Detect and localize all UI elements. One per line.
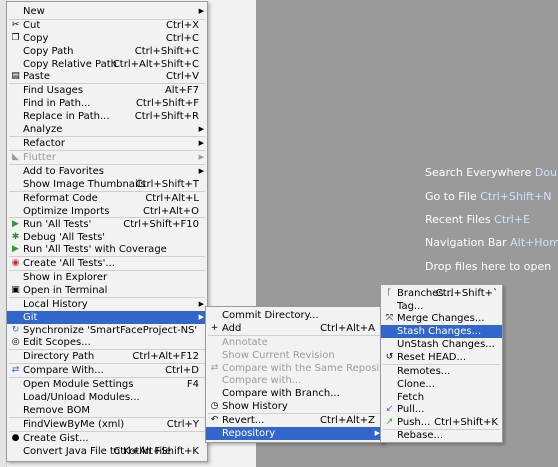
debug-icon: ✱ xyxy=(11,232,20,242)
git-item-annotate[interactable]: Annotate xyxy=(206,336,383,349)
repo-item-push[interactable]: ↗ Push... Ctrl+Shift+K xyxy=(381,416,502,429)
repo-item-rebase[interactable]: Rebase... xyxy=(381,429,502,442)
repo-item-remotes[interactable]: Remotes... xyxy=(381,365,502,378)
git-item-revert[interactable]: ↶ Revert... Ctrl+Alt+Z xyxy=(206,414,383,427)
menu-item-find-usages[interactable]: Find Usages Alt+F7 xyxy=(7,84,207,97)
menu-item-show-image-thumbnails[interactable]: Show Image Thumbnails Ctrl+Shift+T xyxy=(7,178,207,191)
repo-item-merge-changes[interactable]: ⤧ Merge Changes... xyxy=(381,312,502,325)
menu-item-flutter[interactable]: ◣ Flutter ▶ xyxy=(7,151,207,164)
git-item-compare-with[interactable]: Compare with... xyxy=(206,374,383,387)
menu-item-open-module-settings[interactable]: Open Module Settings F4 xyxy=(7,378,207,391)
github-icon: ● xyxy=(11,433,20,443)
menu-item-remove-bom[interactable]: Remove BOM xyxy=(7,404,207,417)
sync-icon: ↻ xyxy=(11,325,20,335)
menu-item-run-all-tests[interactable]: ▶ Run 'All Tests' Ctrl+Shift+F10 xyxy=(7,218,207,231)
submenu-arrow-icon: ▶ xyxy=(198,139,204,147)
project-context-menu: New ▶ ✂ Cut Ctrl+X ❐ Copy Ctrl+C Copy Path Ctr… xyxy=(6,1,208,462)
menu-item-reformat-code[interactable]: Reformat Code Ctrl+Alt+L xyxy=(7,192,207,205)
repo-item-unstash-changes[interactable]: UnStash Changes... xyxy=(381,338,502,351)
menu-item-local-history[interactable]: Local History ▶ xyxy=(7,298,207,311)
flutter-icon: ◣ xyxy=(12,152,19,162)
menu-item-copy-path[interactable]: Copy Path Ctrl+Shift+C xyxy=(7,45,207,58)
scissors-icon: ✂ xyxy=(11,20,20,30)
menu-item-load-unload-modules[interactable]: Load/Unload Modules... xyxy=(7,391,207,404)
menu-item-cut[interactable]: ✂ Cut Ctrl+X xyxy=(7,19,207,32)
compare-icon: ⇄ xyxy=(11,365,20,375)
submenu-arrow-icon: ▶ xyxy=(198,313,204,321)
hint-recent-files: Recent Files Ctrl+E xyxy=(425,213,530,226)
repo-item-pull[interactable]: ↙ Pull... xyxy=(381,403,502,416)
submenu-arrow-icon: ▶ xyxy=(198,125,204,133)
menu-item-find-in-path[interactable]: Find in Path... Ctrl+Shift+F xyxy=(7,97,207,110)
menu-item-copy[interactable]: ❐ Copy Ctrl+C xyxy=(7,32,207,45)
reset-icon: ↺ xyxy=(385,352,394,362)
menu-item-refactor[interactable]: Refactor ▶ xyxy=(7,137,207,150)
menu-item-create-all-tests[interactable]: ◉ Create 'All Tests'... xyxy=(7,257,207,270)
hint-navigation-bar: Navigation Bar Alt+Home xyxy=(425,236,558,249)
menu-item-open-in-terminal[interactable]: ▣ Open in Terminal xyxy=(7,284,207,297)
repo-item-clone[interactable]: Clone... xyxy=(381,378,502,391)
plus-icon: + xyxy=(210,323,219,333)
repo-item-reset-head[interactable]: ↺ Reset HEAD... xyxy=(381,351,502,364)
menu-item-findviewbyme[interactable]: FindViewByMe (xml) Ctrl+Y xyxy=(7,418,207,431)
merge-icon: ⤧ xyxy=(385,313,394,323)
menu-item-analyze[interactable]: Analyze ▶ xyxy=(7,123,207,136)
git-item-repository[interactable]: Repository ▶ xyxy=(206,427,383,440)
menu-item-add-to-favorites[interactable]: Add to Favorites ▶ xyxy=(7,165,207,178)
menu-item-edit-scopes[interactable]: ◎ Edit Scopes... xyxy=(7,336,207,349)
hint-search-everywhere: Search Everywhere Double S xyxy=(425,166,558,179)
git-item-show-current-revision[interactable]: Show Current Revision xyxy=(206,349,383,362)
hint-drop-files: Drop files here to open xyxy=(425,260,552,273)
coverage-icon: ▶ xyxy=(12,244,19,254)
copy-icon: ❐ xyxy=(11,33,20,43)
git-item-commit-directory[interactable]: Commit Directory... xyxy=(206,309,383,322)
hint-go-to-file: Go to File Ctrl+Shift+N xyxy=(425,190,552,203)
paste-icon: ▤ xyxy=(11,71,20,81)
repo-item-branches[interactable]: ᚴ Branches... Ctrl+Shift+` xyxy=(381,287,502,300)
menu-item-create-gist[interactable]: ● Create Gist... xyxy=(7,432,207,445)
branch-icon: ᚴ xyxy=(386,288,393,298)
git-submenu: Commit Directory... + Add Ctrl+Alt+A Annot… xyxy=(205,306,439,443)
git-item-add[interactable]: + Add Ctrl+Alt+A xyxy=(206,322,383,335)
menu-item-git[interactable]: Git ▶ xyxy=(7,311,207,324)
menu-item-convert-java-to-kotlin[interactable]: Convert Java File to Kotlin File Ctrl+Alt… xyxy=(7,445,207,458)
scopes-icon: ◎ xyxy=(11,337,20,347)
clock-icon: ◷ xyxy=(210,401,219,411)
menu-item-new[interactable]: New ▶ xyxy=(7,5,207,18)
create-test-icon: ◉ xyxy=(11,258,20,268)
repo-item-stash-changes[interactable]: Stash Changes... xyxy=(381,325,502,338)
menu-item-paste[interactable]: ▤ Paste Ctrl+V xyxy=(7,70,207,83)
submenu-arrow-icon: ▶ xyxy=(198,7,204,15)
push-arrow-icon: ↗ xyxy=(385,417,394,427)
submenu-arrow-icon: ▶ xyxy=(198,153,204,161)
menu-item-compare-with[interactable]: ⇄ Compare With... Ctrl+D xyxy=(7,364,207,377)
menu-item-replace-in-path[interactable]: Replace in Path... Ctrl+Shift+R xyxy=(7,110,207,123)
run-icon: ▶ xyxy=(12,219,19,229)
menu-item-run-with-coverage[interactable]: ▶ Run 'All Tests' with Coverage xyxy=(7,243,207,256)
git-item-compare-with-branch[interactable]: Compare with Branch... xyxy=(206,387,383,400)
menu-item-directory-path[interactable]: Directory Path Ctrl+Alt+F12 xyxy=(7,350,207,363)
menu-item-show-in-explorer[interactable]: Show in Explorer xyxy=(7,271,207,284)
pull-arrow-icon: ↙ xyxy=(385,404,394,414)
submenu-arrow-icon: ▶ xyxy=(198,167,204,175)
repository-submenu: ᚴ Branches... Ctrl+Shift+` Tag... ⤧ Merge C… xyxy=(380,284,503,443)
terminal-icon: ▣ xyxy=(11,285,20,295)
git-item-show-history[interactable]: ◷ Show History xyxy=(206,400,383,413)
revert-icon: ↶ xyxy=(210,415,219,425)
submenu-arrow-icon: ▶ xyxy=(198,300,204,308)
compare-icon: ⇄ xyxy=(210,363,219,373)
